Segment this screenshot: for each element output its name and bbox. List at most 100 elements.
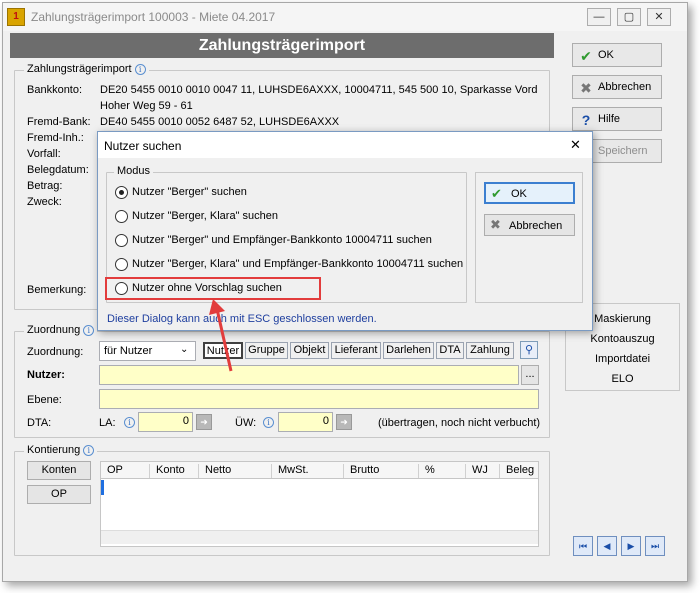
accounts-button[interactable]: Konten [27,461,91,480]
radio-option-2[interactable] [115,234,128,247]
user-label: Nutzer: [27,369,65,381]
help-button[interactable]: ? Hilfe [572,107,662,131]
ok-button-label: OK [598,49,614,61]
assignment-label: Zuordnung: [27,346,84,358]
minimize-button[interactable]: — [587,8,611,26]
search-icon[interactable]: ⚲ [520,341,538,359]
radio-option-1[interactable] [115,210,128,223]
import-file-link[interactable]: Importdatei [565,353,680,365]
info-icon[interactable]: i [83,324,95,336]
bank-account-label: Bankkonto: [27,84,83,96]
radio-option-1-label[interactable]: Nutzer "Berger, Klara" suchen [132,210,278,222]
arrow-right-icon[interactable]: ➜ [196,414,212,430]
annotation-arrow-icon [209,299,233,372]
remark-label: Bemerkung: [27,284,87,296]
column-header[interactable]: Netto [198,464,231,478]
user-browse-button[interactable]: ... [521,365,539,385]
cancel-icon: ✖ [580,80,592,96]
assignment-select[interactable]: für Nutzer ⌄ [99,341,196,361]
column-header[interactable]: Brutto [343,464,379,478]
ok-button[interactable]: ✔ OK [572,43,662,67]
title-bar: 1 Zahlungsträgerimport 100003 - Miete 04… [3,3,687,31]
incident-label: Vorfall: [27,148,61,160]
column-header[interactable]: OP [101,464,123,478]
info-icon[interactable]: i [134,63,146,75]
horizontal-scrollbar[interactable] [101,530,538,544]
column-header[interactable]: Konto [149,464,185,478]
dialog-title-bar: Nutzer suchen ✕ [98,132,592,158]
level-label: Ebene: [27,394,62,406]
dialog-close-button[interactable]: ✕ [570,137,581,153]
level-input[interactable] [99,389,539,409]
tab-dta[interactable]: DTA [436,342,464,359]
chevron-down-icon: ⌄ [180,344,189,355]
tab-zahlung[interactable]: Zahlung [466,342,514,359]
foreign-bank-value: DE40 5455 0010 0052 6487 52, LUHSDE6AXXX [100,116,340,128]
radio-option-3-label[interactable]: Nutzer "Berger, Klara" und Empfänger-Ban… [132,258,463,270]
uew-label: ÜW: [235,417,257,429]
dta-label: DTA: [27,417,52,429]
purpose-label: Zweck: [27,196,62,208]
op-button[interactable]: OP [27,485,91,504]
column-header[interactable]: WJ [465,464,488,478]
assignment-select-value: für Nutzer [104,345,153,357]
app-logo-icon: 1 [7,8,25,26]
check-icon: ✔ [491,186,502,201]
la-label: LA: [99,417,116,429]
check-icon: ✔ [580,48,592,64]
amount-label: Betrag: [27,180,63,192]
assignment-group-legend: Zuordnung i [24,324,98,336]
row-cursor [101,480,104,495]
cancel-button[interactable]: ✖ Abbrechen [572,75,662,99]
assignment-group-legend-text: Zuordnung [27,324,81,336]
page-title: Zahlungsträgerimport [10,33,554,58]
column-header[interactable]: MwSt. [271,464,309,478]
tab-lieferant[interactable]: Lieferant [331,342,381,359]
user-input[interactable] [99,365,519,385]
bank-account-value: DE20 5455 0010 0010 0047 11, LUHSDE6AXXX… [100,84,538,96]
posting-group-legend: Kontierung i [24,444,98,456]
dialog-ok-button[interactable]: ✔ OK [484,182,575,204]
document-date-label: Belegdatum: [27,164,89,176]
tab-objekt[interactable]: Objekt [290,342,329,359]
help-button-label: Hilfe [598,113,621,125]
elo-link[interactable]: ELO [565,373,680,385]
import-group-legend: Zahlungsträgerimport i [24,63,149,75]
bank-statement-link[interactable]: Kontoauszug [565,333,680,345]
maximize-button[interactable]: ▢ [617,8,641,26]
transfer-status-text: (übertragen, noch nicht verbucht) [378,417,541,429]
tab-darlehen[interactable]: Darlehen [383,342,434,359]
info-icon[interactable]: i [124,417,135,428]
foreign-holder-label: Fremd-Inh.: [27,132,84,144]
column-header[interactable]: Beleg [499,464,534,478]
save-button-label: Speichern [598,145,648,157]
dialog-title: Nutzer suchen [104,139,182,153]
la-input[interactable]: 0 [138,412,193,432]
window-title: Zahlungsträgerimport 100003 - Miete 04.2… [31,10,276,24]
foreign-bank-label: Fremd-Bank: [27,116,91,128]
last-record-icon[interactable]: ⏭ [645,536,665,556]
uew-input[interactable]: 0 [278,412,333,432]
info-icon[interactable]: i [83,444,95,456]
dialog-cancel-button[interactable]: ✖ Abbrechen [484,214,575,236]
dialog-ok-label: OK [511,188,527,200]
radio-option-2-label[interactable]: Nutzer "Berger" und Empfänger-Bankkonto … [132,234,432,246]
info-icon[interactable]: i [263,417,274,428]
import-group-legend-text: Zahlungsträgerimport [27,63,132,75]
close-button[interactable]: ✕ [647,8,671,26]
cancel-button-label: Abbrechen [598,81,652,93]
column-header[interactable]: % [418,464,435,478]
dialog-cancel-label: Abbrechen [509,220,563,232]
mode-group-legend: Modus [114,165,154,177]
cancel-icon: ✖ [490,217,501,232]
help-icon: ? [581,112,591,128]
radio-option-0-label[interactable]: Nutzer "Berger" suchen [132,186,247,198]
previous-record-icon[interactable]: ◀ [597,536,617,556]
first-record-icon[interactable]: ⏮ [573,536,593,556]
radio-option-3[interactable] [115,258,128,271]
tab-gruppe[interactable]: Gruppe [245,342,288,359]
arrow-right-icon[interactable]: ➜ [336,414,352,430]
radio-option-0[interactable] [115,186,128,199]
bank-address-value: Hoher Weg 59 - 61 [100,100,193,112]
next-record-icon[interactable]: ▶ [621,536,641,556]
